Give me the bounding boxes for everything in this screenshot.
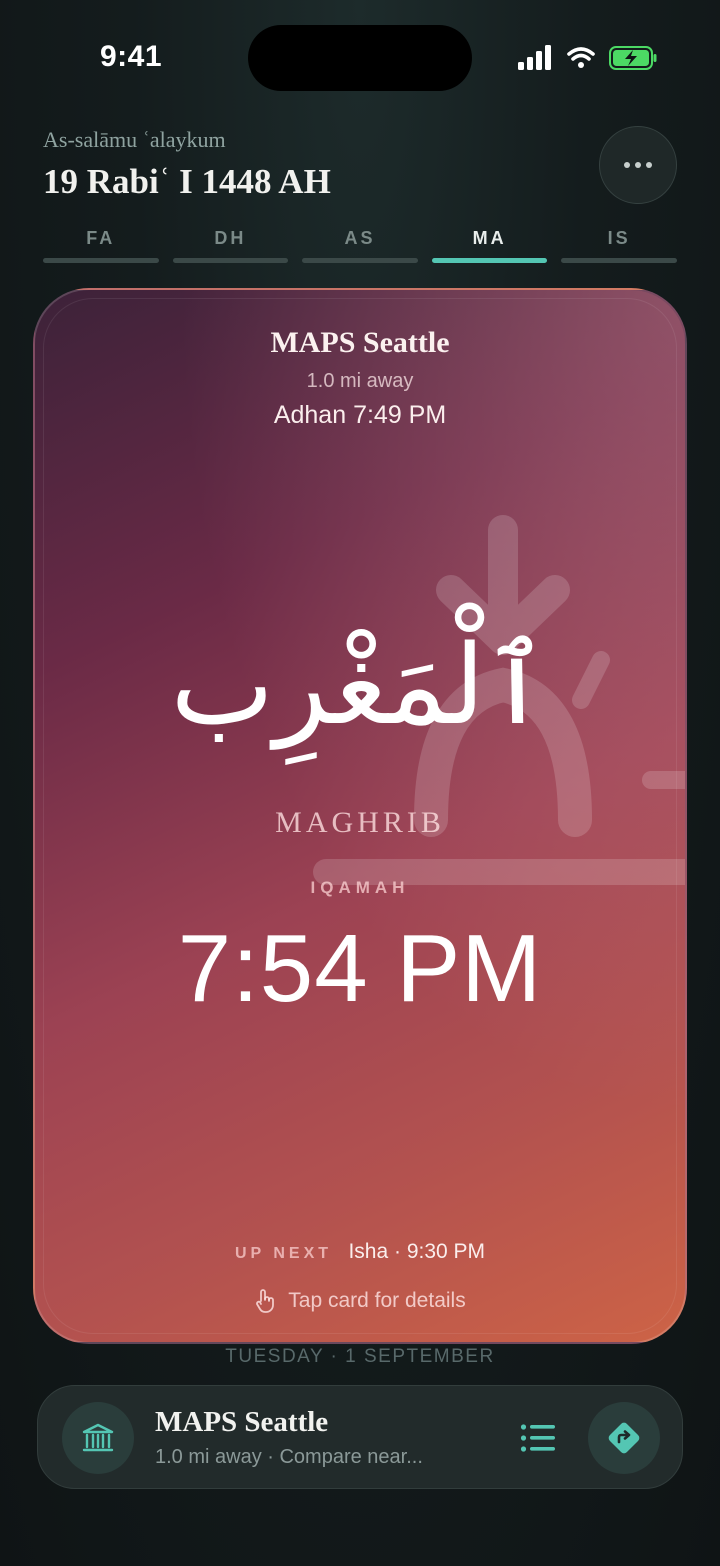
status-icons — [518, 45, 658, 73]
tab-label: DH — [214, 228, 247, 248]
greeting: As-salāmu ʿalaykum — [43, 127, 226, 152]
tab-label: IS — [607, 228, 631, 248]
tab-isha[interactable]: IS — [561, 226, 677, 268]
status-bar: 9:41 — [0, 0, 720, 110]
up-next: UP NEXT Isha · 9:30 PM — [35, 1240, 685, 1264]
up-next-label: UP NEXT — [234, 1245, 333, 1262]
tab-indicator — [561, 258, 677, 263]
tab-label: MA — [472, 228, 507, 248]
adhan-time: Adhan 7:49 PM — [273, 401, 447, 429]
prayer-name-english: MAGHRIB — [275, 806, 445, 839]
battery-charging-icon — [609, 46, 657, 70]
tab-label: FA — [86, 228, 116, 248]
masjid-bar[interactable]: MAPS Seattle 1.0 mi away · Compare near.… — [37, 1385, 683, 1489]
prayer-card[interactable]: MAPS Seattle 1.0 mi away Adhan 7:49 PM ٱ… — [33, 288, 687, 1344]
tab-indicator — [431, 258, 548, 263]
ellipsis-icon — [624, 162, 630, 168]
directions-icon — [608, 1422, 640, 1454]
tab-indicator — [43, 258, 159, 263]
prayer-tabs: FA DH AS MA IS — [43, 226, 677, 268]
tab-asr[interactable]: AS — [302, 226, 418, 268]
iqamah-time: 7:54 PM — [177, 915, 543, 1022]
tab-indicator — [302, 258, 418, 263]
hand-tap-icon — [256, 1289, 275, 1313]
iqamah-label: IQAMAH — [310, 878, 410, 897]
tab-dhuhr[interactable]: DH — [172, 226, 289, 268]
tab-indicator — [172, 258, 289, 263]
masjid-distance: 1.0 mi away — [306, 370, 414, 392]
directions-button[interactable] — [588, 1402, 660, 1474]
cellular-signal-icon — [518, 45, 551, 70]
dynamic-island — [248, 25, 472, 91]
masjid-name: MAPS Seattle — [270, 326, 450, 359]
tab-fajr[interactable]: FA — [43, 226, 159, 268]
prayer-name-arabic: ٱلْمَغْرِب — [170, 621, 550, 749]
masjid-building-icon — [82, 1423, 114, 1452]
tab-maghrib[interactable]: MA — [431, 226, 548, 268]
more-button[interactable] — [599, 126, 677, 204]
bar-subtitle: 1.0 mi away · Compare near... — [155, 1446, 423, 1468]
up-next-value: Isha · 9:30 PM — [348, 1240, 486, 1263]
gregorian-date: TUESDAY · 1 SEPTEMBER — [225, 1346, 495, 1367]
tap-hint: Tap card for details — [35, 1288, 685, 1314]
wifi-icon — [567, 47, 595, 68]
tap-hint-text: Tap card for details — [288, 1289, 466, 1312]
masjid-button[interactable] — [62, 1402, 134, 1474]
list-icon[interactable] — [520, 1422, 556, 1454]
bar-masjid-name: MAPS Seattle — [155, 1406, 329, 1438]
tab-label: AS — [344, 228, 376, 248]
hijri-date: 19 Rabiʿ I 1448 AH — [43, 162, 331, 201]
status-time: 9:41 — [100, 40, 163, 73]
